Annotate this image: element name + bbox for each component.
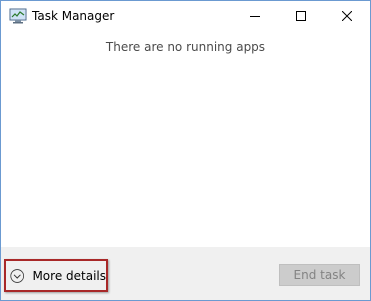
apps-list-area: There are no running apps — [1, 31, 370, 247]
footer-bar: More details End task — [1, 247, 370, 300]
chevron-down-circle-icon — [10, 268, 25, 283]
close-icon — [342, 11, 352, 21]
task-manager-icon — [9, 8, 27, 24]
maximize-icon — [296, 11, 306, 21]
title-bar[interactable]: Task Manager — [1, 1, 370, 31]
empty-state-message: There are no running apps — [105, 40, 266, 54]
window-title: Task Manager — [32, 9, 115, 23]
more-details-label: More details — [32, 268, 106, 283]
close-button[interactable] — [324, 1, 370, 31]
more-details-button[interactable]: More details — [4, 259, 108, 292]
maximize-button[interactable] — [278, 1, 324, 31]
end-task-button[interactable]: End task — [279, 264, 360, 286]
minimize-button[interactable] — [232, 1, 278, 31]
minimize-icon — [250, 16, 260, 17]
task-manager-window: Task Manager There are no running apps M… — [0, 0, 371, 301]
